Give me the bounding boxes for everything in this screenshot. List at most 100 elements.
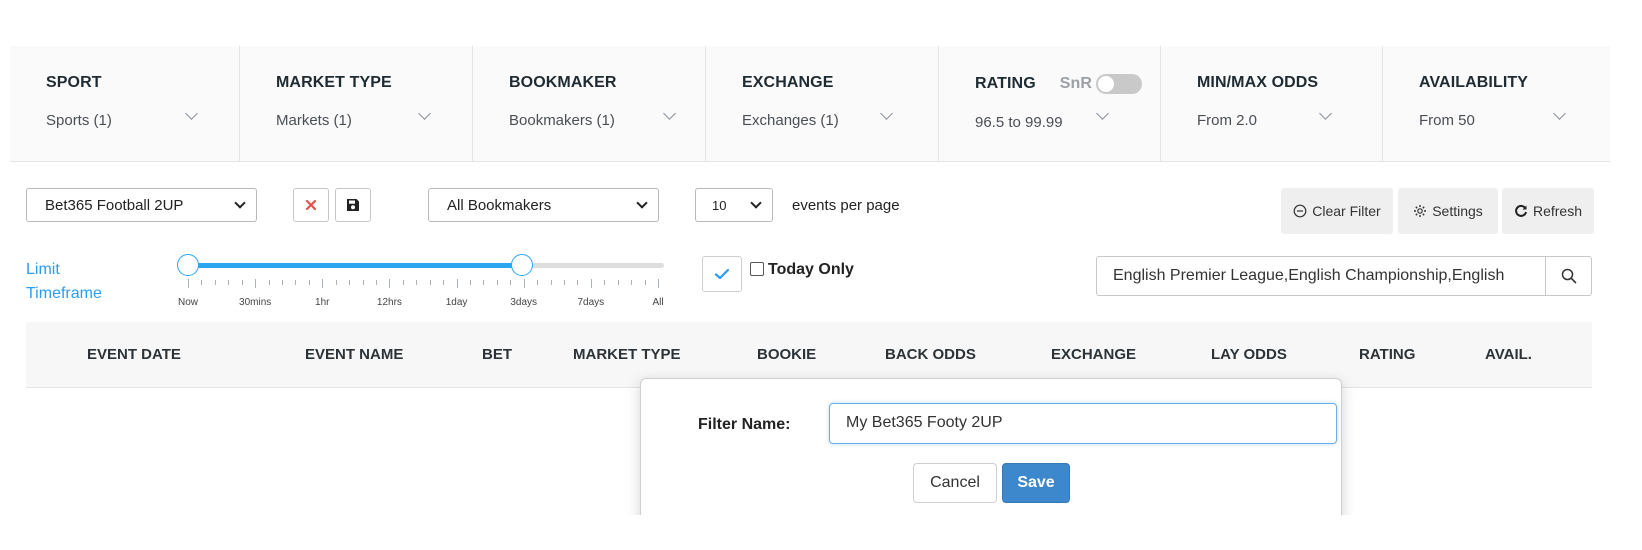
slider-tick-label: All	[652, 297, 664, 308]
slider-major-tick	[658, 279, 659, 288]
check-icon	[714, 268, 730, 280]
col-bookie[interactable]: BOOKIE	[757, 346, 816, 363]
per-page-select[interactable]: 10	[695, 188, 773, 222]
slider-major-tick	[188, 279, 189, 288]
minus-circle-icon	[1293, 204, 1307, 218]
slider-minor-tick	[295, 280, 297, 285]
filter-value: 96.5 to 99.99	[975, 114, 1063, 131]
save-button[interactable]: Save	[1002, 463, 1070, 503]
filter-title: BOOKMAKER	[509, 74, 617, 91]
filter-bookmaker[interactable]: BOOKMAKER Bookmakers (1)	[473, 46, 706, 161]
col-event-name[interactable]: EVENT NAME	[305, 346, 403, 363]
slider-major-tick	[523, 279, 525, 288]
per-page-label: events per page	[792, 197, 900, 214]
chevron-down-icon	[636, 197, 648, 209]
apply-button[interactable]	[702, 256, 742, 292]
slider-tick-label: 1hr	[315, 297, 330, 308]
saved-filter-select[interactable]: Bet365 Football 2UP	[26, 188, 257, 222]
clear-filter-label: Clear Filter	[1312, 203, 1381, 219]
chevron-down-icon	[750, 197, 762, 209]
timeframe-slider-fill	[188, 263, 522, 268]
snr-toggle[interactable]	[1096, 74, 1143, 94]
league-search-input[interactable]: English Premier League,English Champions…	[1096, 256, 1546, 296]
filter-title: MIN/MAX ODDS	[1197, 74, 1319, 91]
slider-minor-tick	[308, 280, 310, 285]
slider-major-tick	[456, 279, 458, 288]
filter-exchange[interactable]: EXCHANGE Exchanges (1)	[706, 46, 939, 161]
filter-market-type[interactable]: MARKET TYPE Markets (1)	[240, 46, 473, 161]
col-event-date[interactable]: EVENT DATE	[87, 346, 181, 363]
filter-title: SPORT	[46, 74, 102, 91]
slider-tick-label: 3days	[510, 297, 538, 308]
slider-minor-tick	[241, 280, 243, 285]
snr-label: SnR	[1059, 75, 1093, 92]
close-icon	[305, 199, 317, 211]
timeframe-slider-end-handle[interactable]	[511, 254, 533, 276]
cancel-button[interactable]: Cancel	[913, 463, 997, 503]
col-rating[interactable]: RATING	[1359, 346, 1415, 363]
filter-availability[interactable]: AVAILABILITY From 50	[1383, 46, 1610, 161]
floppy-disk-icon	[347, 199, 359, 211]
slider-major-tick	[255, 279, 257, 288]
slider-minor-tick	[510, 280, 512, 285]
col-bet[interactable]: BET	[482, 346, 512, 363]
refresh-label: Refresh	[1532, 203, 1583, 219]
slider-tick-label: 7days	[577, 297, 605, 308]
filter-value: From 50	[1419, 112, 1475, 129]
settings-button[interactable]: Settings	[1398, 188, 1498, 234]
filter-min-max-odds[interactable]: MIN/MAX ODDS From 2.0	[1161, 46, 1383, 161]
filter-value: Bookmakers (1)	[509, 112, 615, 129]
timeframe-slider-start-handle[interactable]	[177, 254, 199, 276]
slider-minor-tick	[443, 280, 445, 285]
bookmaker-select[interactable]: All Bookmakers	[428, 188, 659, 222]
slider-minor-tick	[644, 280, 646, 285]
slider-major-tick	[590, 279, 592, 288]
col-avail[interactable]: AVAIL.	[1485, 346, 1532, 363]
gear-icon	[1414, 205, 1427, 217]
col-exchange[interactable]: EXCHANGE	[1051, 346, 1136, 363]
slider-minor-tick	[349, 280, 351, 285]
col-market-type[interactable]: MARKET TYPE	[573, 346, 681, 363]
filter-name-input[interactable]: My Bet365 Footy 2UP	[829, 403, 1337, 444]
filter-rating[interactable]: RATING SnR 96.5 to 99.99	[939, 46, 1161, 161]
slider-minor-tick	[550, 280, 552, 285]
col-back-odds[interactable]: BACK ODDS	[885, 346, 976, 363]
slider-minor-tick	[268, 280, 270, 285]
slider-minor-tick	[362, 280, 364, 285]
save-filter-button[interactable]	[335, 188, 371, 222]
slider-tick-label: Now	[177, 297, 199, 308]
slider-minor-tick	[228, 280, 230, 285]
refresh-button[interactable]: Refresh	[1502, 188, 1594, 234]
col-lay-odds[interactable]: LAY ODDS	[1211, 346, 1287, 363]
slider-minor-tick	[282, 280, 283, 285]
slider-minor-tick	[496, 280, 498, 285]
filter-value: Sports (1)	[46, 112, 112, 129]
slider-major-tick	[389, 279, 391, 288]
filter-sport[interactable]: SPORT Sports (1)	[10, 46, 240, 161]
filter-value: Exchanges (1)	[742, 112, 839, 129]
slider-minor-tick	[402, 280, 404, 285]
filter-value: Markets (1)	[276, 112, 352, 129]
filter-title: EXCHANGE	[742, 74, 834, 91]
filter-name-label: Filter Name:	[698, 416, 791, 433]
slider-minor-tick	[631, 280, 633, 285]
delete-filter-button[interactable]	[293, 188, 329, 222]
settings-label: Settings	[1432, 203, 1483, 219]
filter-title: AVAILABILITY	[1419, 74, 1529, 91]
today-only-label: Today Only	[768, 261, 854, 278]
search-button[interactable]	[1545, 256, 1592, 296]
slider-tick-label: 12hrs	[376, 297, 402, 308]
filter-title: RATING SnR	[975, 74, 1160, 94]
bookmaker-select-value: All Bookmakers	[447, 196, 552, 214]
viewport-bottom	[0, 515, 1642, 550]
clear-filter-button[interactable]: Clear Filter	[1281, 188, 1393, 234]
slider-minor-tick	[416, 280, 418, 285]
slider-minor-tick	[335, 280, 337, 285]
search-icon	[1561, 268, 1576, 284]
slider-minor-tick	[577, 280, 579, 285]
today-only-checkbox[interactable]	[750, 262, 764, 276]
filter-bar: SPORT Sports (1) MARKET TYPE Markets (1)…	[10, 46, 1610, 162]
slider-minor-tick	[470, 280, 471, 285]
slider-minor-tick	[429, 280, 431, 285]
slider-tick-label: 30mins	[239, 297, 272, 308]
